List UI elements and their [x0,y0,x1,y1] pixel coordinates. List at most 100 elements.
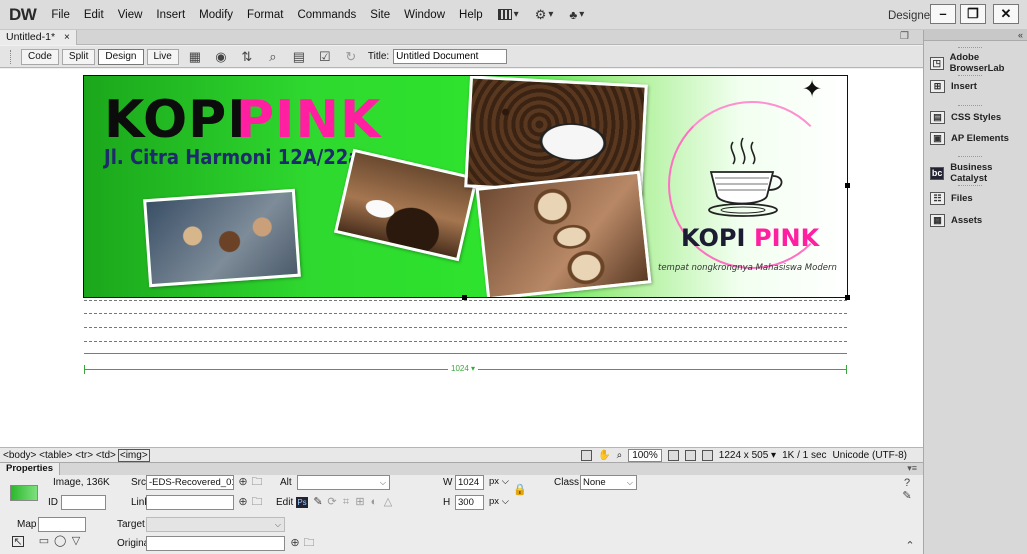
polygon-hotspot-icon[interactable]: ▽ [70,536,82,547]
inspect-icon[interactable]: ⌕ [265,50,281,64]
zoom-select[interactable]: 100% [628,449,662,462]
quick-tag-editor-icon[interactable]: ✎ [901,491,913,502]
menu-site[interactable]: Site [363,9,397,21]
brightness-icon[interactable]: ◐ [368,497,380,508]
point-to-file-icon[interactable]: ⊕ [237,497,249,508]
refresh-icon[interactable]: ↻ [343,50,359,64]
restore-button[interactable]: ❐ [960,4,986,24]
split-view-button[interactable]: Split [61,48,96,65]
panel-label: CSS Styles [951,112,1002,123]
zoom-tool-icon[interactable]: ⌕ [617,450,623,461]
panel-grip [958,75,982,76]
edit-image-settings-icon[interactable]: ✎ [312,497,324,508]
extend-dropdown[interactable]: ⚙ ▾ [527,7,562,23]
menu-format[interactable]: Format [240,9,290,21]
design-view-button[interactable]: Design [98,48,144,65]
lock-icon[interactable]: 🔒 [513,485,527,496]
menu-edit[interactable]: Edit [77,9,111,21]
pointer-hotspot-icon[interactable]: ↖ [12,536,24,548]
live-view-button[interactable]: Live [146,48,179,65]
document-tab[interactable]: Untitled-1* × [0,30,77,45]
close-button[interactable]: ✕ [993,4,1019,24]
preview-browser-icon[interactable]: ◉ [213,50,229,64]
chevron-down-icon: ⌵ [379,478,386,487]
layout-dropdown[interactable]: ▾ [490,9,527,20]
photoshop-edit-icon[interactable]: Ps [296,497,308,508]
validate-icon[interactable]: ☑ [317,50,333,64]
panel-adobe-browserlab[interactable]: ◳ Adobe BrowserLab [930,52,1027,74]
panel-label: Insert [951,81,977,92]
panel-label: Assets [951,215,983,226]
select-tool-icon[interactable] [581,450,593,461]
width-input[interactable]: 1024 [455,475,484,490]
height-input[interactable]: 300 [455,495,484,510]
panel-css-styles[interactable]: ▤ CSS Styles [930,111,1001,124]
mobile-size-icon[interactable] [667,450,679,461]
tablet-size-icon[interactable] [684,450,696,461]
restore-icon[interactable]: ❐ [900,31,909,42]
site-dropdown[interactable]: ♣ ▾ [561,8,592,22]
point-to-file-icon[interactable]: ⊕ [237,477,249,488]
panel-insert[interactable]: ⊞ Insert [930,80,977,93]
id-input[interactable] [61,495,106,510]
right-panel-dock: « ◳ Adobe BrowserLab ⊞ Insert ▤ CSS Styles … [923,30,1027,554]
business-catalyst-icon: bc [930,166,945,180]
table-width-label[interactable]: 1024 ▾ [448,363,479,374]
panel-files[interactable]: ☷ Files [930,192,973,205]
panel-business-catalyst[interactable]: bc Business Catalyst [930,162,1027,184]
map-input[interactable] [38,517,86,532]
alt-select[interactable]: ⌵ [297,475,390,490]
width-value: 1024 [458,477,480,488]
folder-icon[interactable]: 🗀 [303,538,315,549]
crop-icon[interactable]: ⌗ [340,497,352,508]
panel-label: Files [951,193,973,204]
class-select[interactable]: None ⌵ [580,475,637,490]
close-icon: ✕ [1000,6,1012,21]
height-value: 300 [458,497,474,508]
panel-assets[interactable]: ▦ Assets [930,214,982,227]
folder-icon[interactable]: 🗀 [251,477,263,488]
panel-options-icon[interactable]: ▾≡ [907,463,917,474]
file-management-icon[interactable]: ⇅ [239,50,255,64]
src-input[interactable]: -EDS-Recovered_01.gif [146,475,234,490]
hand-tool-icon[interactable]: ✋ [598,450,610,461]
window-size[interactable]: 1224 x 505 ▾ [719,450,776,461]
multiscreen-icon[interactable]: ▦ [187,50,203,64]
height-unit-select[interactable]: px ⌵ [487,495,512,510]
design-view[interactable]: KOPI PINK Jl. Citra Harmoni 12A/22a ✦ KO… [0,69,923,447]
circle-hotspot-icon[interactable]: ◯ [54,536,66,547]
menu-window[interactable]: Window [397,9,452,21]
table-row-outline [84,313,847,314]
rectangle-hotspot-icon[interactable]: ▭ [38,536,50,547]
dock-collapse-icon[interactable]: « [924,30,1027,41]
width-unit-select[interactable]: px ⌵ [487,475,512,490]
menu-modify[interactable]: Modify [192,9,240,21]
target-select[interactable]: ⌵ [146,517,285,532]
menu-file[interactable]: File [44,9,77,21]
resize-handle-right[interactable] [845,183,850,188]
visual-aids-icon[interactable]: ▤ [291,50,307,64]
point-to-file-icon[interactable]: ⊕ [289,538,301,549]
desktop-size-icon[interactable] [701,450,713,461]
menu-insert[interactable]: Insert [149,9,192,21]
minimize-button[interactable]: – [930,4,956,24]
sharpen-icon[interactable]: △ [382,497,394,508]
tab-close-icon[interactable]: × [64,32,70,43]
resample-icon[interactable]: ⊞ [354,497,366,508]
link-input[interactable] [146,495,234,510]
collapse-panel-icon[interactable]: ⌃ [904,541,916,552]
folder-icon[interactable]: 🗀 [251,497,263,508]
table-width-guide[interactable]: 1024 ▾ [84,363,847,374]
menu-commands[interactable]: Commands [290,9,363,21]
help-icon[interactable]: ? [901,478,913,489]
menu-view[interactable]: View [111,9,150,21]
app-logo: DW [9,4,37,24]
original-input[interactable] [146,536,285,551]
panel-ap-elements[interactable]: ▣ AP Elements [930,132,1009,145]
code-view-button[interactable]: Code [21,48,59,65]
document-title-input[interactable] [393,49,508,64]
menu-help[interactable]: Help [452,9,490,21]
tag-selector-img[interactable]: <img> [117,448,150,462]
tag-selector-path[interactable]: <body> <table> <tr> <td> [3,450,116,461]
update-from-original-icon[interactable]: ⟳ [326,497,338,508]
